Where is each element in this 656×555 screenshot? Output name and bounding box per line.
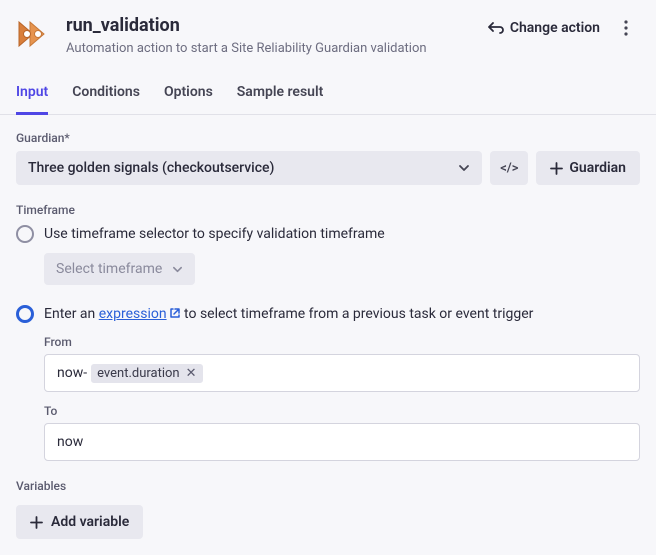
action-icon (16, 16, 52, 52)
page-description: Automation action to start a Site Reliab… (66, 41, 472, 56)
tab-options[interactable]: Options (164, 76, 213, 115)
guardian-label: Guardian* (16, 131, 640, 145)
code-toggle-button[interactable]: </> (490, 151, 528, 185)
more-vertical-icon (624, 20, 628, 36)
timeframe-selector-dropdown[interactable]: Select timeframe (44, 253, 195, 285)
add-guardian-button[interactable]: Guardian (536, 151, 640, 185)
timeframe-option-selector[interactable]: Use timeframe selector to specify valida… (16, 225, 640, 243)
page-title: run_validation (66, 14, 472, 37)
guardian-select[interactable]: Three golden signals (checkoutservice) (16, 151, 482, 185)
timeframe-label: Timeframe (16, 203, 640, 217)
plus-icon (30, 516, 43, 529)
tab-input[interactable]: Input (16, 76, 48, 115)
change-action-button[interactable]: Change action (486, 16, 602, 40)
timeframe-option-expression[interactable]: Enter an expression to select timeframe … (16, 305, 640, 323)
variables-label: Variables (16, 479, 640, 493)
to-input[interactable]: now (44, 423, 640, 461)
tab-bar: Input Conditions Options Sample result (0, 76, 656, 115)
tab-conditions[interactable]: Conditions (72, 76, 140, 115)
chevron-down-icon (172, 264, 183, 275)
external-link-icon (169, 307, 181, 319)
expression-link[interactable]: expression (99, 306, 181, 322)
more-menu-button[interactable] (612, 14, 640, 42)
tab-sample-result[interactable]: Sample result (237, 76, 324, 115)
to-label: To (44, 404, 640, 418)
plus-icon (550, 162, 563, 175)
from-label: From (44, 335, 640, 349)
radio-selected-icon (16, 305, 34, 323)
radio-unselected-icon (16, 225, 34, 243)
add-variable-button[interactable]: Add variable (16, 505, 143, 539)
chevron-down-icon (458, 162, 470, 174)
chip-remove-icon[interactable]: ✕ (186, 367, 197, 380)
expression-chip[interactable]: event.duration ✕ (91, 364, 202, 383)
from-input[interactable]: now- event.duration ✕ (44, 354, 640, 392)
return-arrow-icon (488, 21, 504, 35)
